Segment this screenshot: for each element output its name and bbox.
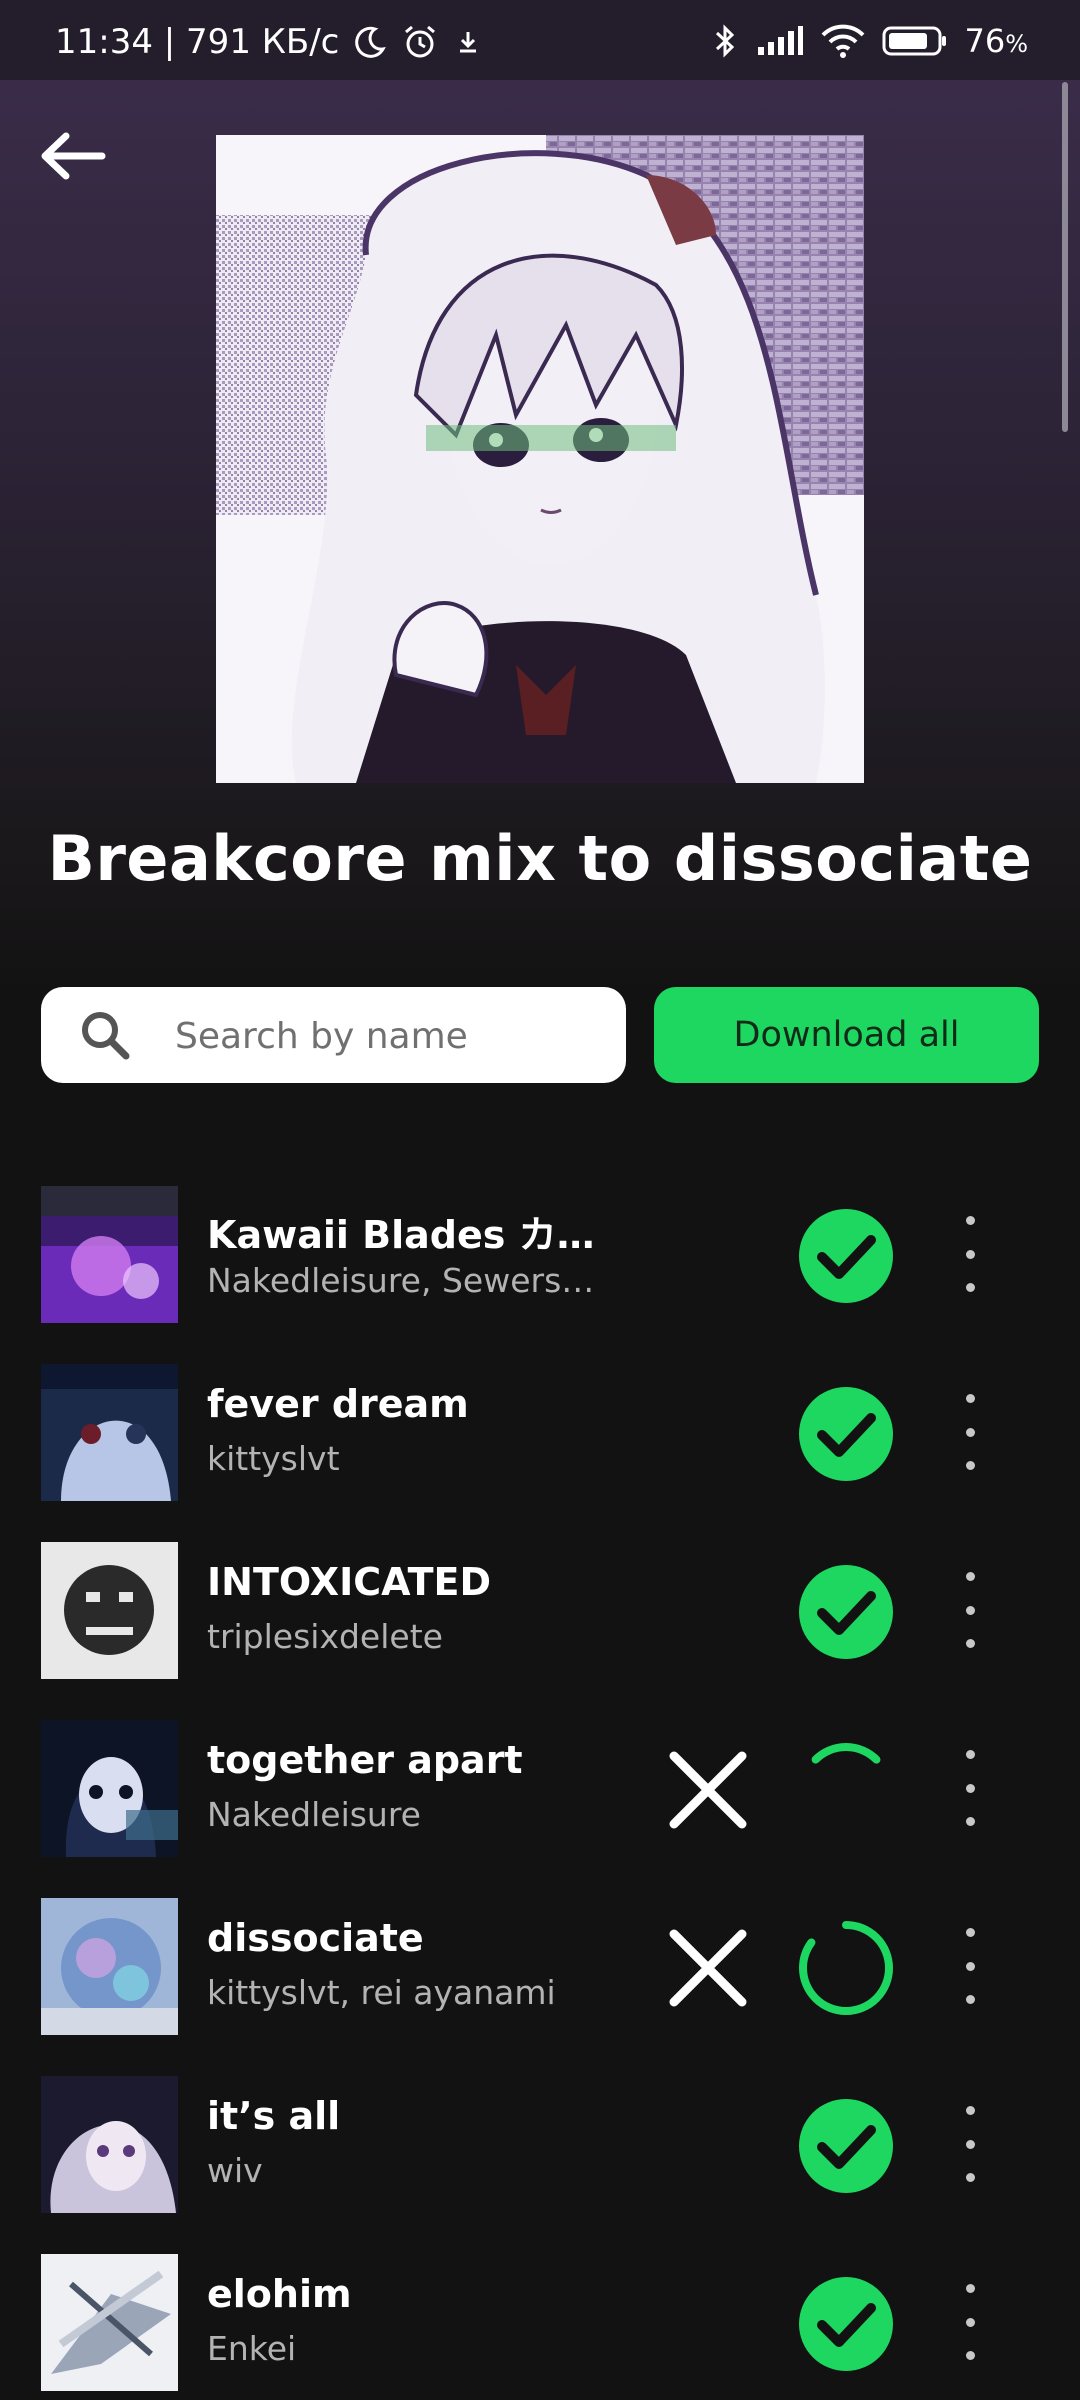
track-artist: Nakedleisure, Sewers… <box>207 1261 595 1300</box>
dot <box>965 1817 975 1826</box>
track-row[interactable]: elohim Enkei <box>0 2232 1080 2400</box>
dot <box>965 1283 975 1292</box>
track-artwork <box>41 2076 178 2213</box>
more-options-button[interactable] <box>940 1750 1000 1826</box>
track-artwork <box>41 1186 178 1323</box>
playlist-screen: 11:34 | 791 КБ/с 76% Breakcore mix to di… <box>0 0 1080 2400</box>
track-row[interactable]: together apart Nakedleisure <box>0 1698 1080 1876</box>
dot <box>965 1783 975 1793</box>
more-options-button[interactable] <box>940 1394 1000 1470</box>
dot <box>965 1394 975 1403</box>
back-button[interactable] <box>36 120 108 192</box>
track-title: fever dream <box>207 1382 469 1426</box>
signal-icon <box>756 25 804 57</box>
dot <box>965 2351 975 2360</box>
track-title: it’s all <box>207 2094 341 2138</box>
track-artist: triplesixdelete <box>207 1617 443 1656</box>
track-artist: wiv <box>207 2151 263 2190</box>
cancel-download-icon[interactable] <box>666 1748 750 1832</box>
track-artist: kittyslvt <box>207 1439 340 1478</box>
search-input[interactable] <box>173 1005 607 1067</box>
dot <box>965 1249 975 1259</box>
track-title: INTOXICATED <box>207 1560 492 1604</box>
dot <box>965 1461 975 1470</box>
dot <box>965 1572 975 1581</box>
track-artist: Nakedleisure <box>207 1795 421 1834</box>
moon-icon <box>353 25 387 59</box>
status-right: 76% <box>710 22 1028 60</box>
dot <box>965 1216 975 1225</box>
track-artist: kittyslvt, rei ayanami <box>207 1973 556 2012</box>
dot <box>965 2106 975 2115</box>
playlist-title: Breakcore mix to dissociate <box>47 822 1033 895</box>
track-artwork <box>41 1720 178 1857</box>
downloaded-check-icon[interactable] <box>797 2097 895 2195</box>
arrow-left-icon <box>41 132 106 180</box>
dot <box>965 2139 975 2149</box>
track-artwork <box>41 1542 178 1679</box>
dot <box>965 1427 975 1437</box>
status-time: 11:34 | 791 КБ/с <box>55 22 340 62</box>
dot <box>965 1995 975 2004</box>
more-options-button[interactable] <box>940 2106 1000 2182</box>
alarm-icon <box>401 23 439 61</box>
search-icon <box>82 1012 130 1060</box>
more-options-button[interactable] <box>940 1928 1000 2004</box>
dot <box>965 2284 975 2293</box>
downloaded-check-icon[interactable] <box>797 1207 895 1305</box>
battery-icon <box>882 25 948 57</box>
dot <box>965 1961 975 1971</box>
track-title: together apart <box>207 1738 523 1782</box>
download-notification-icon <box>453 27 483 57</box>
status-bar: 11:34 | 791 КБ/с 76% <box>0 0 1080 80</box>
bluetooth-icon <box>710 22 740 60</box>
wifi-icon <box>820 23 866 59</box>
more-options-button[interactable] <box>940 1216 1000 1292</box>
track-artwork <box>41 2254 178 2391</box>
download-progress-icon[interactable] <box>797 1919 895 2017</box>
downloaded-check-icon[interactable] <box>797 2275 895 2373</box>
more-options-button[interactable] <box>940 1572 1000 1648</box>
track-title: Kawaii Blades カワ… <box>207 1213 627 1257</box>
track-row[interactable]: Kawaii Blades カワ… Nakedleisure, Sewers… <box>0 1164 1080 1342</box>
battery-percent: 76% <box>964 22 1028 60</box>
cancel-download-icon[interactable] <box>666 1926 750 2010</box>
track-row[interactable]: fever dream kittyslvt <box>0 1342 1080 1520</box>
dot <box>965 2173 975 2182</box>
download-all-button[interactable]: Download all <box>654 987 1039 1083</box>
search-box[interactable] <box>41 987 626 1083</box>
downloaded-check-icon[interactable] <box>797 1385 895 1483</box>
track-row[interactable]: dissociate kittyslvt, rei ayanami <box>0 1876 1080 2054</box>
dot <box>965 1750 975 1759</box>
track-title: elohim <box>207 2272 352 2316</box>
dot <box>965 1928 975 1937</box>
track-artwork <box>41 1364 178 1501</box>
downloaded-check-icon[interactable] <box>797 1563 895 1661</box>
download-progress-icon[interactable] <box>797 1741 895 1839</box>
track-row[interactable]: it’s all wiv <box>0 2054 1080 2232</box>
status-left: 11:34 | 791 КБ/с <box>55 22 483 62</box>
track-artist: Enkei <box>207 2329 297 2368</box>
dot <box>965 1639 975 1648</box>
dot <box>965 2317 975 2327</box>
dot <box>965 1605 975 1615</box>
playlist-cover-image <box>216 135 864 783</box>
scrollbar[interactable] <box>1062 82 1068 432</box>
track-row[interactable]: INTOXICATED triplesixdelete <box>0 1520 1080 1698</box>
more-options-button[interactable] <box>940 2284 1000 2360</box>
track-title: dissociate <box>207 1916 424 1960</box>
track-artwork <box>41 1898 178 2035</box>
